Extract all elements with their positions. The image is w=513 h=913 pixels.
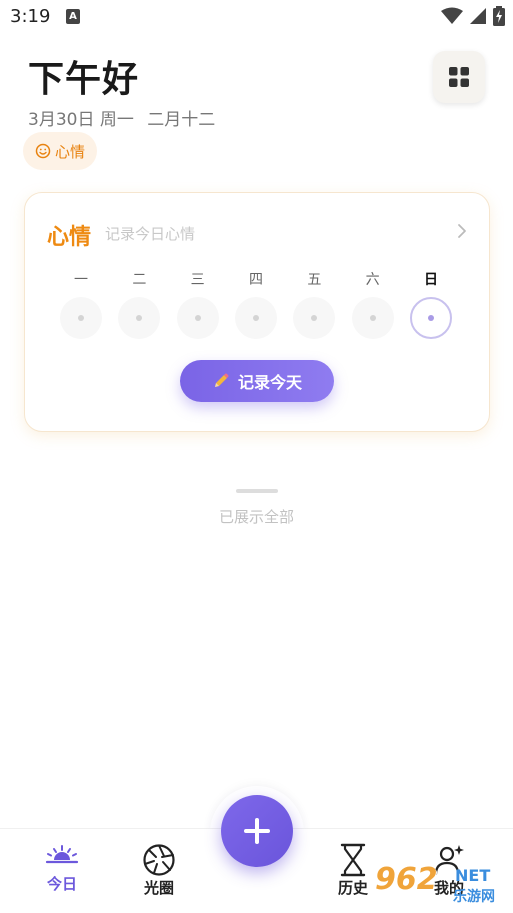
list-end-divider — [236, 489, 278, 493]
day-tue[interactable]: 二 — [117, 269, 161, 339]
day-fri[interactable]: 五 — [292, 269, 336, 339]
day-mood-dot[interactable] — [118, 297, 161, 339]
solar-date: 3月30日 周一 — [28, 110, 134, 130]
day-mood-dot[interactable] — [409, 297, 452, 339]
day-mood-dot[interactable] — [293, 297, 336, 339]
mood-card-subtitle: 记录今日心情 — [105, 225, 196, 243]
pencil-icon — [214, 373, 229, 387]
site-watermark: 962 NET 乐游网 — [375, 862, 509, 908]
status-time: 3:19 — [10, 6, 51, 27]
date-line: 3月30日 周一 二月十二 — [28, 105, 215, 130]
day-mood-dot[interactable] — [234, 297, 277, 339]
week-days: 一 二 三 四 五 六 日 — [59, 269, 453, 339]
lunar-date: 二月十二 — [147, 110, 216, 130]
day-sat[interactable]: 六 — [351, 269, 395, 339]
chevron-right-icon[interactable] — [457, 223, 467, 239]
day-thu[interactable]: 四 — [234, 269, 278, 339]
watermark-site: 乐游网 — [453, 889, 495, 905]
day-label: 二 — [132, 272, 147, 288]
sunrise-icon — [45, 845, 79, 864]
day-label: 一 — [74, 272, 88, 288]
grid-icon — [449, 67, 469, 87]
nav-item-today[interactable]: 今日 — [27, 843, 97, 894]
day-sun-today[interactable]: 日 — [409, 269, 453, 339]
mood-chip-label: 心情 — [55, 142, 86, 161]
day-label: 四 — [248, 272, 263, 288]
plus-icon — [244, 818, 270, 844]
mood-card[interactable]: 心情 记录今日心情 一 二 三 四 五 六 日 记录今天 — [24, 192, 490, 432]
mood-card-title: 心情 — [47, 225, 92, 250]
signal-icon — [470, 8, 486, 24]
day-mood-dot[interactable] — [176, 297, 219, 339]
watermark-number: 962 — [375, 862, 438, 897]
status-icons — [441, 6, 505, 26]
day-mon[interactable]: 一 — [59, 269, 103, 339]
watermark-suffix: NET — [455, 866, 491, 885]
greeting-title: 下午好 — [28, 59, 140, 100]
nav-label-today: 今日 — [46, 875, 77, 893]
notification-a-icon: A — [66, 9, 80, 24]
aperture-icon — [143, 844, 175, 876]
list-end-text: 已展示全部 — [218, 508, 294, 526]
nav-label-history: 历史 — [337, 879, 368, 897]
day-label: 三 — [190, 272, 205, 288]
mood-chip[interactable]: 心情 — [23, 132, 98, 170]
battery-charging-icon — [493, 6, 505, 26]
day-label: 六 — [365, 272, 380, 288]
record-today-label: 记录今天 — [237, 373, 302, 392]
wifi-icon — [441, 7, 463, 24]
day-label: 五 — [307, 272, 322, 288]
day-label: 日 — [423, 272, 438, 288]
day-mood-dot[interactable] — [351, 297, 394, 339]
nav-label-aperture: 光圈 — [143, 879, 174, 897]
grid-menu-button[interactable] — [433, 51, 485, 103]
day-wed[interactable]: 三 — [176, 269, 220, 339]
day-mood-dot[interactable] — [60, 297, 102, 339]
record-today-button[interactable]: 记录今天 — [180, 360, 334, 402]
hourglass-icon — [340, 843, 366, 877]
nav-item-aperture[interactable]: 光圈 — [124, 843, 194, 898]
status-bar: 3:19 A — [0, 0, 513, 36]
add-fab-button[interactable] — [221, 795, 293, 867]
smile-icon — [35, 143, 51, 159]
